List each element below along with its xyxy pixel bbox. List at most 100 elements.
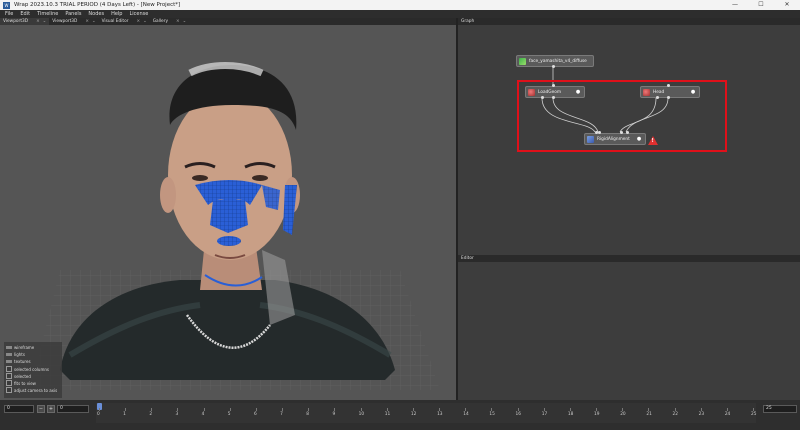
tick-label: 0 <box>97 412 100 417</box>
tick-mark <box>255 408 257 411</box>
tick-mark <box>308 408 310 411</box>
editor-panel <box>458 262 800 400</box>
tick-label: 24 <box>724 412 731 417</box>
tick-label: 5 <box>227 412 231 417</box>
tick-label: 19 <box>594 412 600 417</box>
tick-label: 23 <box>698 412 705 417</box>
tick-label: 21 <box>646 412 652 417</box>
tick-label: 16 <box>515 412 522 417</box>
tab-gallery[interactable]: Gallery × ⌄ <box>150 18 190 25</box>
timeline: 0 − + 0 25 <box>0 400 800 430</box>
tick-mark <box>282 408 284 411</box>
maximize-button[interactable]: ☐ <box>748 0 774 10</box>
tab-close-icon[interactable]: × <box>85 19 89 24</box>
editor-title: Editor <box>461 256 474 261</box>
graph-panel-header: Graph <box>458 18 800 25</box>
menu-license[interactable]: License <box>129 11 148 17</box>
viewport-scene <box>30 62 440 390</box>
tab-float-icon[interactable]: ⌄ <box>92 19 96 24</box>
tick-label: 18 <box>567 412 574 417</box>
window-titlebar: W Wrap 2023.10.3 TRIAL PERIOD (4 Days Le… <box>0 0 800 10</box>
checkbox[interactable] <box>6 366 12 372</box>
start-frame-field[interactable]: 0 <box>4 405 34 413</box>
selection-highlight <box>517 80 727 152</box>
checkbox[interactable] <box>6 387 12 393</box>
tick-mark <box>412 408 414 411</box>
tick-mark <box>439 408 441 411</box>
tick-label: 20 <box>620 412 626 417</box>
tick-mark <box>517 408 519 411</box>
tick-label: 10 <box>358 412 365 417</box>
app-icon: W <box>3 1 10 9</box>
menu-edit[interactable]: Edit <box>20 11 30 17</box>
toggle-bar[interactable] <box>6 353 12 356</box>
tick-mark <box>674 408 676 411</box>
tick-mark <box>360 408 362 411</box>
tick-label: 11 <box>384 412 391 417</box>
end-frame-field[interactable]: 25 <box>763 405 797 413</box>
option-selected[interactable]: selected <box>6 373 31 379</box>
window-title: Wrap 2023.10.3 TRIAL PERIOD (4 Days Left… <box>14 2 181 8</box>
tab-viewport3d-2[interactable]: Viewport3D × ⌄ <box>49 18 98 25</box>
head-scan <box>168 90 292 260</box>
current-frame-field[interactable]: 0 <box>57 405 89 413</box>
tick-label: 6 <box>253 412 257 417</box>
tab-close-icon[interactable]: × <box>36 19 40 24</box>
tab-float-icon[interactable]: ⌄ <box>183 19 187 24</box>
option-adjust-camera[interactable]: adjust camera to axis <box>6 387 57 393</box>
checkbox[interactable] <box>6 373 12 379</box>
tick-label: 3 <box>175 412 179 417</box>
toggle-bar[interactable] <box>6 360 12 363</box>
tab-viewport3d[interactable]: Viewport3D × ⌄ <box>0 18 50 25</box>
tab-close-icon[interactable]: × <box>136 19 140 24</box>
tick-label: 22 <box>672 412 678 417</box>
option-selected-columns[interactable]: selected columns <box>6 366 49 372</box>
menu-file[interactable]: File <box>5 11 13 17</box>
tick-mark <box>125 408 127 411</box>
tick-label: 15 <box>489 412 495 417</box>
tab-label: Viewport3D <box>3 19 29 24</box>
output-port[interactable] <box>552 65 555 68</box>
option-wireframe[interactable]: wireframe <box>6 345 34 350</box>
minimize-button[interactable]: — <box>722 0 748 10</box>
tick-mark <box>700 408 702 411</box>
option-fits-to-view[interactable]: fits to view <box>6 380 36 386</box>
increment-button[interactable]: + <box>47 405 55 413</box>
tab-float-icon[interactable]: ⌄ <box>43 19 47 24</box>
close-button[interactable]: ✕ <box>774 0 800 10</box>
tick-mark <box>622 408 624 411</box>
tick-mark <box>753 408 754 411</box>
decrement-button[interactable]: − <box>37 405 45 413</box>
window-controls: — ☐ ✕ <box>722 0 800 10</box>
viewport-tabs: Viewport3D × ⌄ Viewport3D × ⌄ Visual Edito… <box>0 18 457 25</box>
toggle-bar[interactable] <box>6 346 12 349</box>
menu-help[interactable]: Help <box>111 11 122 17</box>
viewport-3d[interactable]: wireframe lights textures selected colum… <box>0 25 456 400</box>
node-label: face_yamashita_v4_diffuse <box>529 58 587 64</box>
node-texture[interactable]: face_yamashita_v4_diffuse <box>516 55 594 67</box>
image-icon <box>519 57 526 65</box>
tick-mark <box>465 408 467 411</box>
tab-label: Gallery <box>152 19 169 24</box>
tick-label: 4 <box>201 412 205 417</box>
tick-mark <box>543 408 545 411</box>
checkbox[interactable] <box>6 380 12 386</box>
tab-close-icon[interactable]: × <box>176 19 180 24</box>
tick-mark <box>726 408 728 411</box>
tick-label: 7 <box>280 412 283 417</box>
menu-timeline[interactable]: Timeline <box>37 11 58 17</box>
tab-label: Visual Editor <box>101 19 129 24</box>
tab-float-icon[interactable]: ⌄ <box>143 19 147 24</box>
tick-mark <box>596 408 598 411</box>
menu-nodes[interactable]: Nodes <box>88 11 104 17</box>
tick-mark <box>99 408 100 411</box>
tab-visual-editor[interactable]: Visual Editor × ⌄ <box>99 18 150 25</box>
viewport-options-panel: wireframe lights textures selected colum… <box>4 342 62 398</box>
option-textures[interactable]: textures <box>6 359 31 364</box>
timeline-track[interactable] <box>96 403 756 423</box>
menu-panels[interactable]: Panels <box>65 11 81 17</box>
tick-label: 17 <box>541 412 548 417</box>
graph-title: Graph <box>461 19 475 24</box>
option-lights[interactable]: lights <box>6 352 25 357</box>
tick-label: 12 <box>410 412 417 417</box>
